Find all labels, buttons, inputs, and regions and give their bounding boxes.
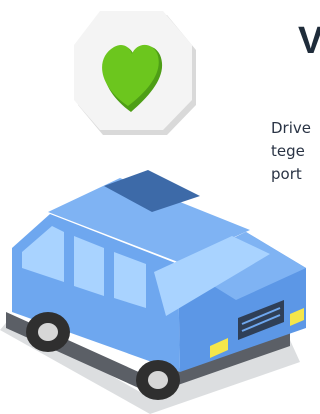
van-illustration: [0, 170, 306, 414]
body-text-line: port: [271, 165, 302, 183]
body-text-line: tege: [271, 142, 305, 160]
body-text-line: Drive: [271, 119, 311, 137]
body-text: Drive tege port: [271, 117, 320, 186]
heart-badge: [74, 11, 196, 135]
illustration: [0, 11, 306, 414]
page-heading: V: [298, 20, 320, 62]
